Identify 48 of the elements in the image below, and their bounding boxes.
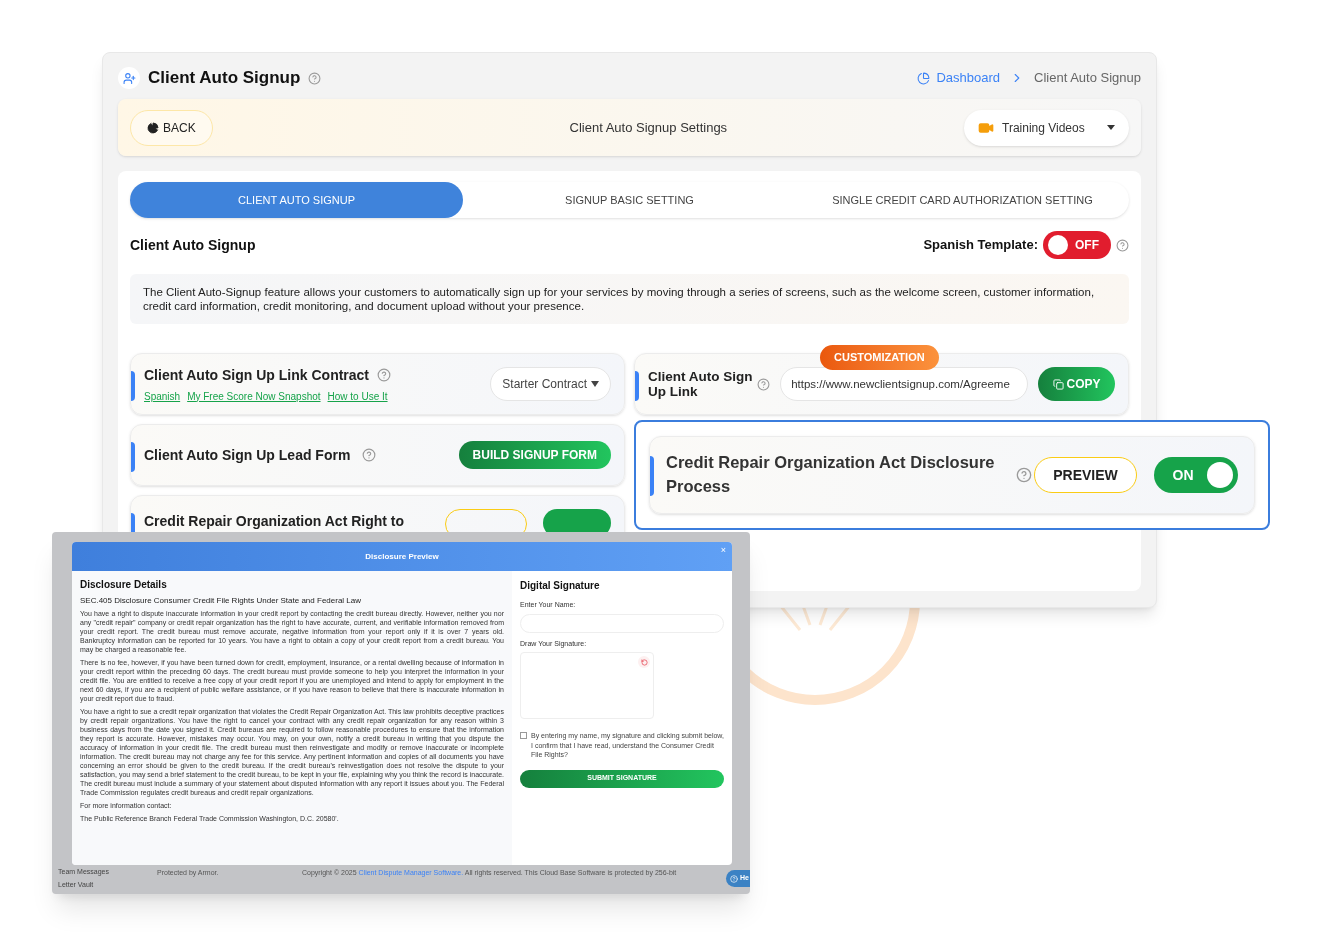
law-title: SEC.405 Disclosure Consumer Credit File Rights Under State and Federal Law <box>80 595 362 607</box>
details-title: Disclosure Details <box>80 578 168 592</box>
row-title: Credit Repair Organization Act Disclosure Process <box>666 453 995 495</box>
help-icon[interactable] <box>362 448 377 462</box>
agree-checkbox[interactable] <box>520 732 527 739</box>
tab[interactable]: SIGNUP BASIC SETTING <box>463 182 796 218</box>
help-icon <box>730 874 738 883</box>
pie-chart-icon <box>147 121 159 134</box>
help-icon[interactable] <box>757 377 771 391</box>
row-title: Credit Repair Organization Act Right to <box>144 513 405 529</box>
signature-title: Digital Signature <box>520 579 601 593</box>
help-icon[interactable] <box>1116 238 1129 252</box>
row-title: Client Auto Sign Up Link Contract <box>144 365 370 385</box>
modal-title: Disclosure Preview <box>365 550 439 563</box>
section-title: Client Auto Signup <box>130 235 256 255</box>
caret-icon <box>591 381 599 387</box>
row-title: Client Auto Sign Up Link <box>648 369 754 399</box>
help-icon[interactable] <box>1016 467 1032 483</box>
training-videos-dropdown[interactable]: Training Videos <box>964 109 1129 146</box>
breadcrumb-current: Client Auto Signup <box>1034 69 1141 88</box>
text-link[interactable]: My Free Score Now Snapshot <box>187 388 321 404</box>
toggle-label: Spanish Template: <box>923 236 1038 255</box>
url-field[interactable]: https://www.newclientsignup.com/Agreeme <box>780 367 1029 401</box>
caret-icon <box>1107 125 1115 130</box>
close-button[interactable]: × <box>720 544 726 558</box>
page-title: Client Auto Signup <box>148 67 301 90</box>
back-button[interactable]: BACK <box>130 109 213 146</box>
tab[interactable]: SINGLE CREDIT CARD AUTHORIZATION SETTING <box>796 182 1129 218</box>
row-title: Client Auto Sign Up Lead Form <box>144 445 351 465</box>
copy-icon <box>1052 378 1064 390</box>
preview-button[interactable]: PREVIEW <box>1034 457 1137 493</box>
customization-badge: CUSTOMIZATION <box>820 345 939 370</box>
copy-button[interactable]: COPY <box>1038 367 1115 401</box>
user-plus-icon <box>118 67 140 89</box>
toolbar-title: Client Auto Signup Settings <box>569 118 728 137</box>
help-icon[interactable] <box>308 71 322 85</box>
help-icon[interactable] <box>377 368 392 382</box>
build-signup-form-button[interactable]: BUILD SIGNUP FORM <box>458 441 611 469</box>
description: The Client Auto-Signup feature allows your customers to automatically sign up for your services by moving through a series of screens, such as the welcome screen, customer information, credit card information, credit monitoring, and document upload without your presence. <box>143 285 1096 313</box>
tab[interactable]: CLIENT AUTO SIGNUP <box>130 182 463 218</box>
breadcrumb-link[interactable]: Dashboard <box>917 68 1001 88</box>
pie-chart-icon <box>917 71 931 85</box>
toggle-switch[interactable]: OFF <box>1043 231 1111 259</box>
text-link[interactable]: Spanish <box>144 388 181 404</box>
contract-select[interactable]: Starter Contract <box>490 367 611 401</box>
toggle-switch[interactable]: ON <box>1154 457 1238 493</box>
reset-icon[interactable] <box>638 656 650 668</box>
text-link[interactable]: How to Use It <box>327 388 388 404</box>
